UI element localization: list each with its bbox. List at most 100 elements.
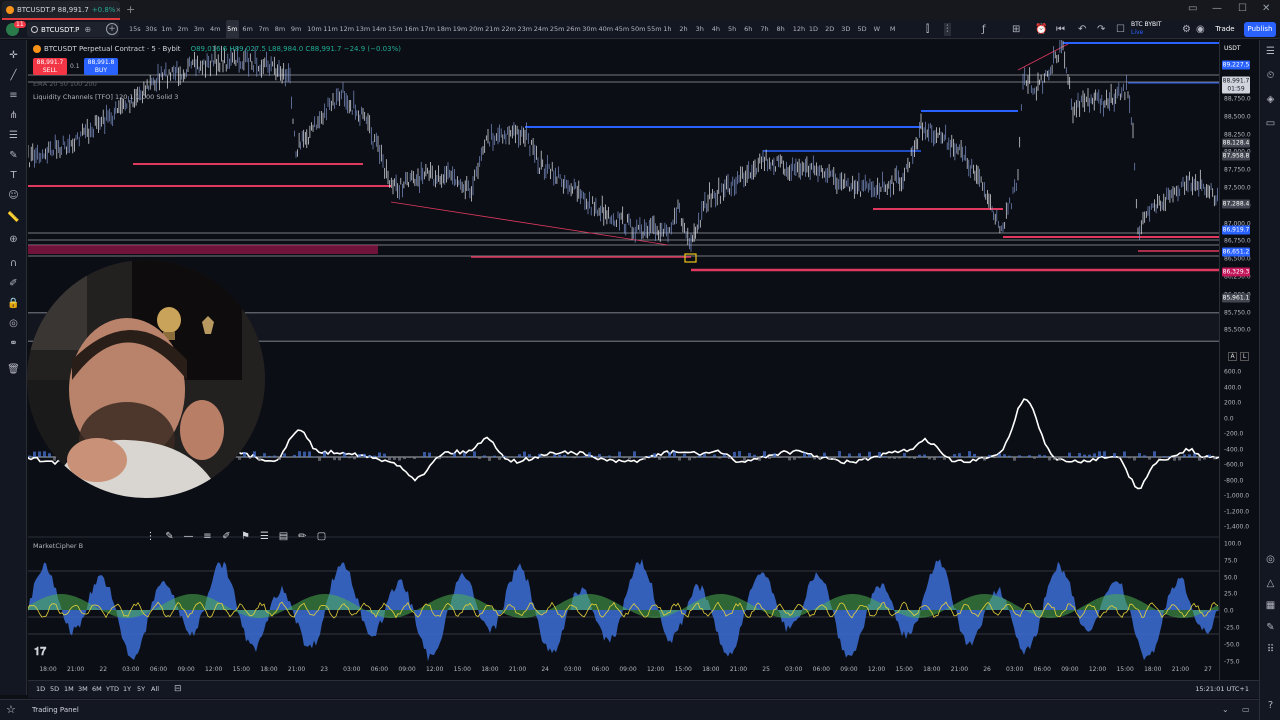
lock-icon[interactable]: 🔒 (6, 298, 21, 309)
interval-12h[interactable]: 12h (793, 20, 805, 39)
emoji-icon[interactable]: ☺ (6, 190, 21, 201)
auto-scale-toggle[interactable]: A (1228, 352, 1237, 361)
range-3M[interactable]: 3M (78, 685, 88, 693)
range-5Y[interactable]: 5Y (137, 685, 145, 693)
pen-tool-icon[interactable]: ✐ (221, 531, 232, 542)
interval-7m[interactable]: 7m (259, 20, 269, 39)
interval-3D[interactable]: 3D (841, 20, 850, 39)
interval-7h[interactable]: 7h (760, 20, 768, 39)
interval-1m[interactable]: 1m (161, 20, 171, 39)
redo-icon[interactable]: ↷ (1097, 23, 1105, 36)
interval-18m[interactable]: 18m (437, 20, 452, 39)
rows-icon[interactable]: ▤ (278, 531, 289, 542)
range-1D[interactable]: 1D (36, 685, 45, 693)
indicator-ema-label[interactable]: EMA 20 50 100 200 (33, 80, 97, 88)
range-1M[interactable]: 1M (64, 685, 74, 693)
interval-12m[interactable]: 12m (339, 20, 354, 39)
publish-button[interactable]: Publish (1244, 22, 1276, 37)
interval-10m[interactable]: 10m (307, 20, 322, 39)
pencil-edit-icon[interactable]: ✎ (1263, 622, 1278, 633)
zoom-in-icon[interactable]: ⊕ (6, 234, 21, 245)
favorites-star-icon[interactable]: ☆ (6, 703, 16, 716)
interval-6m[interactable]: 6m (242, 20, 252, 39)
maximize-icon[interactable]: ☐ (1238, 3, 1247, 14)
interval-20m[interactable]: 20m (469, 20, 484, 39)
list-icon[interactable]: ☰ (259, 531, 270, 542)
target-icon[interactable]: ◎ (1263, 554, 1278, 565)
interval-17m[interactable]: 17m (420, 20, 435, 39)
snapshot-icon[interactable]: ◉ (1196, 23, 1205, 36)
interval-8h[interactable]: 8h (777, 20, 785, 39)
interval-M[interactable]: M (890, 20, 896, 39)
chat-icon[interactable]: ▭ (1263, 118, 1278, 129)
interval-40m[interactable]: 40m (598, 20, 613, 39)
text-align-icon[interactable]: ≡ (202, 531, 213, 542)
close-tab-icon[interactable]: × (115, 6, 120, 14)
interval-9m[interactable]: 9m (291, 20, 301, 39)
interval-14m[interactable]: 14m (372, 20, 387, 39)
interval-16m[interactable]: 16m (404, 20, 419, 39)
interval-5h[interactable]: 5h (728, 20, 736, 39)
link-icon[interactable]: ⚭ (6, 338, 21, 349)
range-6M[interactable]: 6M (92, 685, 102, 693)
watchlist-icon[interactable]: ☰ (1263, 46, 1278, 57)
interval-55m[interactable]: 55m (647, 20, 662, 39)
replay-icon[interactable]: ⏮ (1056, 23, 1065, 36)
grid-apps-icon[interactable]: ⠿ (1263, 644, 1278, 655)
crosshair-icon[interactable]: ✛ (6, 50, 21, 61)
interval-5D[interactable]: 5D (857, 20, 866, 39)
magnet-icon[interactable]: ∩ (6, 258, 21, 269)
ruler-icon[interactable]: 📏 (6, 212, 21, 223)
bar-style-icon[interactable]: ⫶ (944, 23, 951, 36)
range-5D[interactable]: 5D (50, 685, 59, 693)
collapse-panel-icon[interactable]: ⌄ (1222, 705, 1229, 714)
close-window-icon[interactable]: ✕ (1262, 3, 1270, 14)
compare-symbol-icon[interactable]: + (106, 23, 118, 35)
interval-24m[interactable]: 24m (534, 20, 549, 39)
text-tool-icon[interactable]: T (6, 170, 21, 181)
pitchfork-icon[interactable]: ⋔ (6, 110, 21, 121)
interval-3m[interactable]: 3m (194, 20, 204, 39)
trend-line-icon[interactable]: ╱ (6, 70, 21, 81)
interval-6h[interactable]: 6h (744, 20, 752, 39)
flag-icon[interactable]: ⚑ (240, 531, 251, 542)
horizontal-lines-icon[interactable]: ≡ (6, 90, 21, 101)
interval-8m[interactable]: 8m (275, 20, 285, 39)
trash-icon[interactable]: 🗑 (6, 364, 21, 375)
brush-icon[interactable]: ✎ (6, 150, 21, 161)
window-menu-icon[interactable]: ▭ (1188, 3, 1197, 14)
interval-13m[interactable]: 13m (356, 20, 371, 39)
range-1Y[interactable]: 1Y (123, 685, 131, 693)
interval-W[interactable]: W (874, 20, 880, 39)
visibility-icon[interactable]: ◎ (6, 318, 21, 329)
square-icon[interactable]: ▢ (316, 531, 327, 542)
indicator-liquidity-label[interactable]: Liquidity Channels [TFO] 120 1 1,000 Sol… (33, 93, 178, 101)
undo-icon[interactable]: ↶ (1078, 23, 1086, 36)
range-All[interactable]: All (151, 685, 159, 693)
browser-tab[interactable]: BTCUSDT.P 88,991.7 +0.8% × (2, 1, 120, 20)
alert-icon[interactable]: ⏰ (1035, 23, 1047, 36)
interval-3h[interactable]: 3h (696, 20, 704, 39)
interval-23m[interactable]: 23m (518, 20, 533, 39)
go-to-date-icon[interactable]: ⊟ (174, 684, 182, 694)
interval-15m[interactable]: 15m (388, 20, 403, 39)
interval-45m[interactable]: 45m (615, 20, 630, 39)
help-icon[interactable]: ? (1263, 700, 1278, 711)
interval-2h[interactable]: 2h (679, 20, 687, 39)
maximize-panel-icon[interactable]: ▭ (1242, 705, 1250, 714)
indicator-mc-label[interactable]: MarketCipher B (33, 542, 83, 550)
price-axis[interactable]: USDT 88,750.088,500.088,250.088,000.087,… (1219, 40, 1259, 680)
pencil-lock-icon[interactable]: ✐ (6, 278, 21, 289)
fib-retracement-icon[interactable]: ☰ (6, 130, 21, 141)
interval-26m[interactable]: 26m (566, 20, 581, 39)
interval-5m[interactable]: 5m (226, 20, 239, 39)
time-axis[interactable]: 18:00 21:00 22 03:00 06:00 09:00 12:00 15:00 18:… (28, 662, 1219, 680)
sell-button[interactable]: 88,991.7 SELL (33, 58, 67, 75)
interval-2m[interactable]: 2m (178, 20, 188, 39)
drag-handle-icon[interactable]: ⋮ (145, 531, 156, 542)
broker-selector[interactable]: BTC BYBIT Live (1131, 21, 1162, 37)
interval-1h[interactable]: 1h (663, 20, 671, 39)
currency-label[interactable]: USDT (1224, 45, 1241, 52)
calendar-icon[interactable]: ▦ (1263, 600, 1278, 611)
minimize-icon[interactable]: — (1212, 3, 1222, 14)
